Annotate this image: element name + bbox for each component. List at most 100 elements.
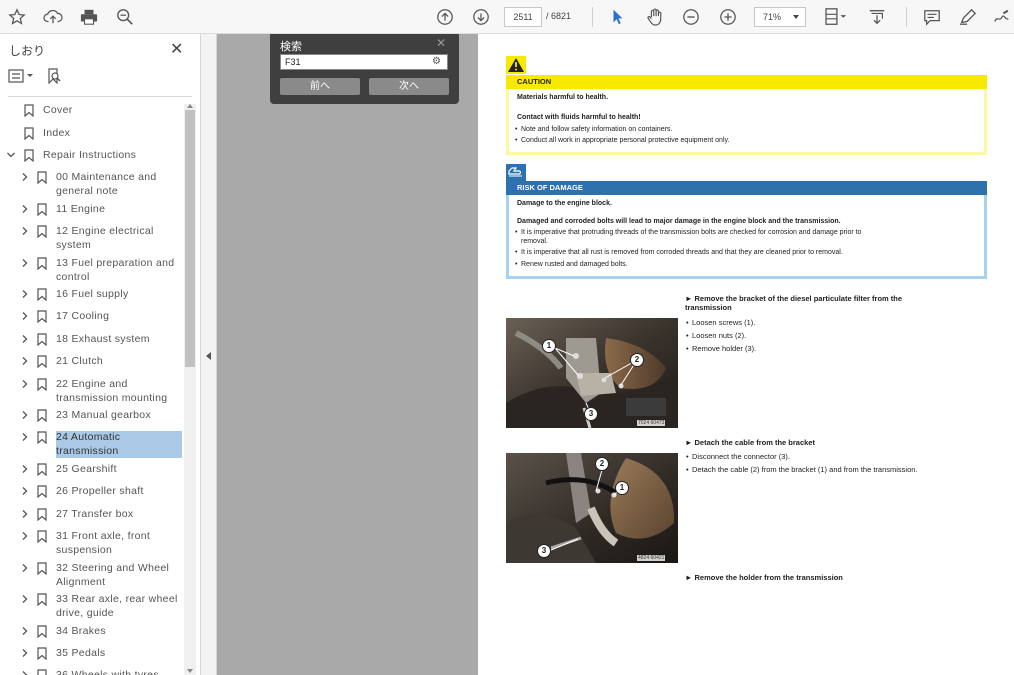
chevron-right-icon[interactable] [20,334,30,344]
bookmark-label: 16 Fuel supply [56,288,129,300]
chevron-right-icon[interactable] [20,563,30,573]
zoom-level-value: 71% [763,12,782,22]
next-page-icon[interactable] [470,6,492,28]
chevron-right-icon[interactable] [20,670,30,675]
bookmark-icon [37,463,47,477]
chevron-right-icon[interactable] [20,204,30,214]
chevron-right-icon[interactable] [20,486,30,496]
callout-3: 3 [584,407,598,421]
close-icon[interactable]: ✕ [436,36,446,50]
scroll-down-icon[interactable] [187,669,193,673]
bookmark-icon [37,203,47,217]
select-cursor-icon[interactable] [607,6,629,28]
chevron-right-icon[interactable] [20,531,30,541]
damage-bullet-cont: removal. [521,238,548,245]
zoom-out-icon[interactable] [680,6,702,28]
callout-2: 2 [630,353,644,367]
page-number-input[interactable]: 2511 [504,7,542,27]
caution-bullet: Note and follow safety information on co… [515,125,672,134]
bookmark-icon [37,485,47,499]
find-bookmark-icon[interactable] [46,68,62,89]
callout-1: 1 [542,339,556,353]
caution-text: Materials harmful to health. [517,94,609,101]
panel-divider [8,96,192,97]
chevron-down-icon[interactable] [6,150,16,160]
bookmark-star-icon[interactable] [6,6,28,28]
bookmark-icon [37,508,47,522]
bookmark-label: Cover [43,104,73,116]
scroll-mode-icon[interactable] [866,6,888,28]
sign-icon[interactable] [991,6,1013,28]
chevron-right-icon[interactable] [20,289,30,299]
chevron-right-icon[interactable] [20,379,30,389]
bookmark-icon [37,625,47,639]
cable-photo: 2 1 3 4824 60421 [506,453,678,563]
bookmark-label: Index [43,127,71,139]
chevron-right-icon[interactable] [20,410,30,420]
search-title: 検索 [280,41,302,53]
bookmark-icon [37,593,47,607]
chevron-right-icon[interactable] [20,648,30,658]
chevron-right-icon[interactable] [20,172,30,182]
chevron-right-icon[interactable] [20,432,30,442]
chevron-right-icon[interactable] [20,311,30,321]
zoom-in-icon[interactable] [717,6,739,28]
comment-icon[interactable] [921,6,943,28]
options-menu-icon[interactable] [8,69,34,88]
hand-tool-icon[interactable] [644,6,666,28]
bookmark-icon [24,149,34,163]
bookmark-label: 32 Steering and Wheel Alignment [56,562,170,588]
bookmark-label: 18 Exhaust system [56,333,150,345]
chevron-right-icon[interactable] [20,626,30,636]
bookmark-icon [37,669,47,675]
previous-page-icon[interactable] [434,6,456,28]
panel-tools [8,68,62,89]
chevron-right-icon[interactable] [20,464,30,474]
step-instruction: Loosen nuts (2). [686,331,746,340]
previous-result-button[interactable]: 前へ [280,78,360,95]
bookmark-label: 21 Clutch [56,355,104,367]
chevron-right-icon[interactable] [20,258,30,268]
bookmark-label: 36 Wheels with tyres [56,669,159,675]
bookmark-label: 25 Gearshift [56,463,117,475]
panel-title: しおり [9,44,46,58]
bookmark-label: 35 Pedals [56,647,106,659]
step-title: ► Remove the holder from the transmissio… [685,573,843,582]
bookmark-label: 31 Front axle, front suspension [56,530,151,556]
search-input[interactable]: F31 [280,54,448,70]
step-instruction: Loosen screws (1). [686,318,755,327]
chevron-right-icon[interactable] [20,594,30,604]
gear-icon[interactable]: ⚙ [432,56,441,67]
page-fit-icon[interactable] [822,6,850,28]
chevron-right-icon[interactable] [20,509,30,519]
damage-bullet: Renew rusted and damaged bolts. [515,260,628,269]
bookmark-label: 34 Brakes [56,625,106,637]
scroll-up-icon[interactable] [187,104,193,108]
callout-1: 1 [615,481,629,495]
search-zoom-icon[interactable] [114,6,136,28]
bookmark-label: 17 Cooling [56,310,110,322]
zoom-level-select[interactable]: 71% [754,7,806,27]
bookmark-label: 00 Maintenance and general note [56,171,157,197]
chevron-right-icon[interactable] [20,226,30,236]
close-icon[interactable]: ✕ [170,39,183,59]
step-title-cont: transmission [685,303,732,312]
damage-bullet: It is imperative that protruding threads… [515,228,861,237]
chevron-right-icon[interactable] [20,356,30,366]
bookmark-icon [37,310,47,324]
bookmark-label: 13 Fuel preparation and control [56,257,175,283]
panel-scrollbar[interactable] [184,104,196,675]
bookmark-label: 26 Propeller shaft [56,485,144,497]
highlight-pen-icon[interactable] [957,6,979,28]
panel-collapse-handle[interactable] [201,34,217,675]
next-result-button[interactable]: 次へ [369,78,449,95]
bookmark-label: 11 Engine [56,203,106,215]
bookmark-icon [37,378,47,392]
print-icon[interactable] [78,6,100,28]
collapse-left-icon [206,352,211,360]
step-title: ► Remove the bracket of the diesel parti… [685,294,903,303]
bookmark-icon [37,257,47,271]
search-popup: 検索 ✕ F31 ⚙ 前へ 次へ [270,34,459,104]
cloud-upload-icon[interactable] [42,6,64,28]
scroll-thumb[interactable] [185,110,195,367]
